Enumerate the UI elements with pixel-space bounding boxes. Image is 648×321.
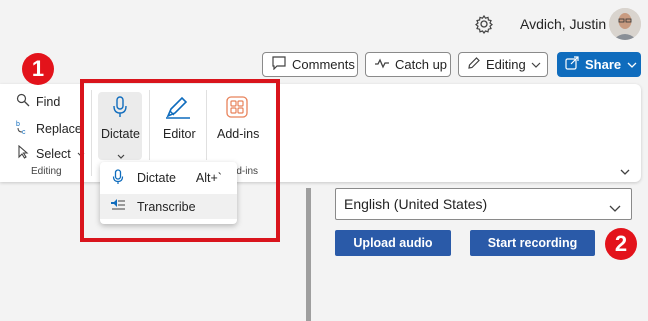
language-value: English (United States): [344, 196, 488, 212]
highlight-box: [80, 79, 280, 242]
find-label: Find: [36, 94, 61, 109]
find-button[interactable]: Find: [16, 93, 60, 110]
catch-up-label: Catch up: [395, 57, 448, 72]
share-icon: [565, 56, 579, 73]
upload-audio-button[interactable]: Upload audio: [335, 230, 451, 256]
editing-mode-button[interactable]: Editing: [458, 52, 548, 77]
settings-gear-icon[interactable]: [474, 14, 494, 34]
search-icon: [16, 93, 30, 110]
user-avatar[interactable]: [609, 8, 641, 40]
chevron-down-icon: [609, 200, 621, 216]
ribbon-expand-chevron-icon[interactable]: [620, 163, 630, 181]
language-select[interactable]: English (United States): [335, 188, 632, 220]
share-label: Share: [585, 57, 622, 72]
replace-label: Replace: [36, 121, 82, 136]
share-button[interactable]: Share: [557, 52, 641, 77]
cursor-icon: [16, 144, 30, 162]
comments-button[interactable]: Comments: [262, 52, 358, 77]
start-recording-button[interactable]: Start recording: [470, 230, 595, 256]
step-1-badge: 1: [22, 53, 54, 85]
user-name[interactable]: Avdich, Justin: [520, 16, 606, 32]
comments-label: Comments: [292, 57, 355, 72]
editing-group-label: Editing: [31, 166, 62, 177]
svg-text:c: c: [22, 129, 26, 135]
select-label: Select: [36, 146, 71, 161]
catch-up-button[interactable]: Catch up: [365, 52, 451, 77]
editing-mode-label: Editing: [486, 57, 526, 72]
catch-up-icon: [374, 57, 390, 72]
pane-divider[interactable]: [306, 188, 311, 321]
replace-icon: bc: [16, 119, 30, 138]
svg-text:b: b: [16, 121, 20, 128]
replace-button[interactable]: bc Replace: [16, 119, 82, 138]
pencil-icon: [467, 56, 481, 73]
comment-icon: [271, 56, 287, 73]
select-button[interactable]: Select: [16, 144, 85, 162]
chevron-down-icon: [531, 57, 541, 72]
chevron-down-icon: [627, 57, 637, 72]
step-2-badge: 2: [605, 228, 637, 260]
